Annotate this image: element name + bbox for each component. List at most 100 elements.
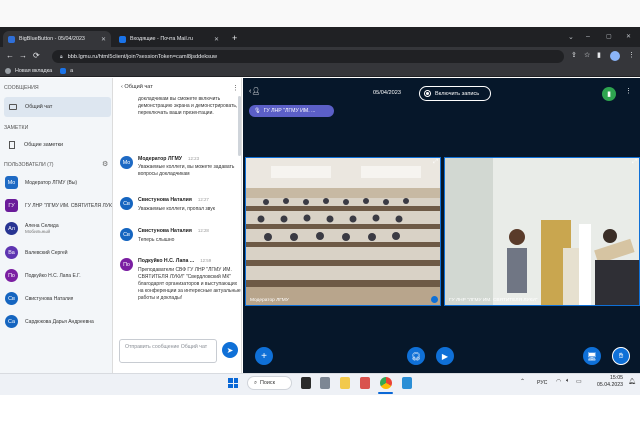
chat-bubble-icon bbox=[9, 104, 17, 110]
send-icon: ➤ bbox=[226, 345, 234, 355]
author-name: Модератор ЛГМУ bbox=[138, 156, 183, 162]
user-name: Валевский Сергей bbox=[25, 249, 68, 256]
tab-title: Входящие - Почта Mail.ru bbox=[130, 36, 193, 42]
user-name-block: Алена Селида Мобильный bbox=[25, 223, 59, 234]
connection-status-icon[interactable]: ▮ bbox=[602, 87, 616, 101]
bookmark-new-tab[interactable]: Новая вкладка bbox=[15, 68, 52, 74]
author-name: Свистунова Наталия bbox=[138, 228, 192, 234]
video-tile-presenter[interactable]: ГУ ЛНР "ЛГМУ ИМ. СВЯТИТЕЛЯ ЛУКИ" ⤢ bbox=[444, 157, 640, 306]
reload-icon[interactable]: ⟳ bbox=[33, 52, 40, 60]
options-kebab-icon[interactable]: ⋮ bbox=[625, 87, 632, 95]
record-icon bbox=[424, 90, 431, 97]
battery-icon[interactable]: ▭ bbox=[576, 378, 582, 385]
audio-headphones-button[interactable]: 🎧︎ bbox=[407, 347, 425, 365]
tab-mail[interactable]: Входящие - Почта Mail.ru ✕ bbox=[114, 31, 224, 47]
message-text: докладчикам вы сможете включить демонстр… bbox=[138, 96, 238, 116]
close-tab-icon[interactable]: ✕ bbox=[214, 36, 219, 43]
side-panel-icon[interactable]: ▮ bbox=[597, 52, 601, 60]
address-bar[interactable]: 🔒︎ bbb.lgmu.ru/html5client/join?sessionT… bbox=[52, 50, 564, 63]
actions-plus-button[interactable]: + bbox=[255, 347, 273, 365]
message-author: Модератор ЛГМУ 12:23 bbox=[138, 156, 199, 162]
user-list-item[interactable]: Ва Валевский Сергей bbox=[5, 246, 112, 259]
message-time: 12:59 bbox=[200, 258, 212, 263]
notes-icon bbox=[9, 141, 15, 149]
taskbar-search[interactable]: ⌕ Поиск bbox=[247, 376, 292, 390]
monitor-icon: 🖥︎ bbox=[586, 351, 598, 361]
record-button[interactable]: Включить запись bbox=[419, 86, 491, 101]
lock-icon: 🔒︎ bbox=[60, 53, 63, 60]
chat-message-input[interactable]: Отправить сообщение Общий чат bbox=[119, 339, 217, 363]
shared-notes-item[interactable]: Общие заметки bbox=[4, 138, 111, 152]
app-icon[interactable] bbox=[402, 377, 412, 389]
profile-avatar-icon[interactable] bbox=[610, 51, 620, 61]
wifi-icon[interactable]: ◠ bbox=[556, 378, 561, 385]
shared-notes-label: Общие заметки bbox=[24, 142, 64, 148]
user-name: ГУ ЛНР "ЛГМУ ИМ. СВЯТИТЕЛЯ ЛУКИ" bbox=[25, 202, 112, 209]
clock[interactable]: 15:05 05.04.2023 bbox=[593, 375, 623, 389]
user-list-item[interactable]: Св Свистунова Наталия bbox=[5, 292, 112, 305]
user-list-item[interactable]: По Подкуйко Н.С. Лапа Е.Г. bbox=[5, 269, 112, 282]
search-label: Поиск bbox=[260, 380, 275, 386]
chat-message: По Подкуйко Н.С. Лапа ... 12:59 Преподава… bbox=[118, 258, 241, 328]
tab-bigbluebutton[interactable]: BigBlueButton - 05/04/2023 ✕ bbox=[3, 31, 111, 47]
chrome-icon[interactable] bbox=[380, 377, 392, 389]
users-settings-gear-icon[interactable]: ⚙ bbox=[102, 160, 108, 168]
app-icon[interactable] bbox=[360, 377, 370, 389]
send-message-button[interactable]: ➤ bbox=[222, 342, 238, 358]
message-time: 12:23 bbox=[188, 156, 200, 161]
tab-search-chevron-icon[interactable]: ⌄ bbox=[568, 33, 574, 41]
notification-bell-icon[interactable]: 🔔︎ bbox=[628, 378, 636, 385]
user-list-item[interactable]: Ал Алена Селида Мобильный bbox=[5, 222, 112, 235]
chat-message: Мо Модератор ЛГМУ 12:23 Уважаемые коллеги… bbox=[118, 156, 240, 186]
user-device-label: Мобильный bbox=[25, 229, 51, 234]
share-icon[interactable]: ⇪ bbox=[571, 52, 577, 60]
user-name: Модератор ЛГМУ (Вы) bbox=[25, 179, 78, 186]
close-window-icon[interactable]: ✕ bbox=[626, 33, 631, 40]
file-explorer-icon[interactable] bbox=[340, 377, 350, 389]
avatar: ГУ bbox=[5, 199, 18, 212]
share-webcam-button[interactable]: ▶ bbox=[436, 347, 454, 365]
tray-chevron-icon[interactable]: ⌃ bbox=[520, 378, 525, 385]
users-section-title: ПОЛЬЗОВАТЕЛИ (7) bbox=[4, 162, 54, 168]
user-list-item[interactable]: Са Сардюкова Дарья Андреевна bbox=[5, 315, 112, 328]
menu-kebab-icon[interactable]: ⋮ bbox=[628, 52, 635, 60]
new-tab-button[interactable]: + bbox=[232, 33, 237, 43]
author-name: Свистунова Наталия bbox=[138, 197, 192, 203]
chat-message: Св Свистунова Наталия 12:28 Теперь слышно bbox=[118, 228, 240, 248]
bookmark-favicon-icon bbox=[60, 67, 67, 74]
presenter-name: ГУ ЛНР "ЛГМУ ИМ. ... bbox=[263, 108, 316, 114]
fullscreen-icon[interactable]: ⤢ bbox=[632, 159, 637, 166]
user-list-item[interactable]: Мо Модератор ЛГМУ (Вы) bbox=[5, 176, 112, 189]
minimize-icon[interactable]: – bbox=[586, 33, 590, 40]
bookmark-a[interactable]: a bbox=[70, 68, 73, 74]
presenter-video-frame bbox=[445, 158, 639, 305]
video-mic-icon bbox=[431, 296, 438, 303]
fullscreen-icon[interactable]: ⤢ bbox=[433, 159, 438, 166]
user-name: Сардюкова Дарья Андреевна bbox=[25, 318, 94, 325]
chat-options-kebab-icon[interactable]: ⋮ bbox=[232, 84, 239, 92]
toggle-user-list-icon[interactable]: ‹👤︎ bbox=[249, 87, 260, 95]
raise-hand-button[interactable]: ✋︎ bbox=[612, 347, 630, 365]
search-icon: ⌕ bbox=[254, 379, 258, 386]
avatar: Ва bbox=[5, 246, 18, 259]
windows-start-icon[interactable] bbox=[228, 378, 238, 388]
record-label: Включить запись bbox=[435, 90, 480, 97]
bookmark-star-icon[interactable]: ☆ bbox=[584, 52, 590, 60]
video-tile-moderator[interactable]: Модератор ЛГМУ ⤢ bbox=[245, 157, 441, 306]
public-chat-item[interactable]: Общий чат bbox=[4, 97, 111, 117]
maximize-icon[interactable]: ▢ bbox=[606, 33, 612, 40]
message-text: Уважаемые коллеги, вы можете задавать во… bbox=[138, 164, 235, 177]
user-list-item[interactable]: ГУ ГУ ЛНР "ЛГМУ ИМ. СВЯТИТЕЛЯ ЛУКИ" bbox=[5, 199, 112, 212]
widgets-icon[interactable] bbox=[320, 377, 330, 389]
close-tab-icon[interactable]: ✕ bbox=[101, 36, 106, 43]
share-screen-button[interactable]: 🖥︎ bbox=[583, 347, 601, 365]
back-arrow-icon[interactable]: ← bbox=[6, 52, 14, 60]
forward-arrow-icon[interactable]: → bbox=[19, 52, 27, 60]
language-indicator[interactable]: РУС bbox=[537, 380, 547, 386]
chat-header[interactable]: ‹ Общий чат bbox=[121, 84, 153, 90]
video-label: Модератор ЛГМУ bbox=[250, 298, 289, 303]
volume-icon[interactable]: 🔈︎ bbox=[566, 378, 570, 385]
message-author: Свистунова Наталия 12:28 bbox=[138, 228, 209, 234]
task-view-icon[interactable] bbox=[301, 377, 311, 389]
message-author: Подкуйко Н.С. Лапа ... 12:59 bbox=[138, 258, 211, 264]
